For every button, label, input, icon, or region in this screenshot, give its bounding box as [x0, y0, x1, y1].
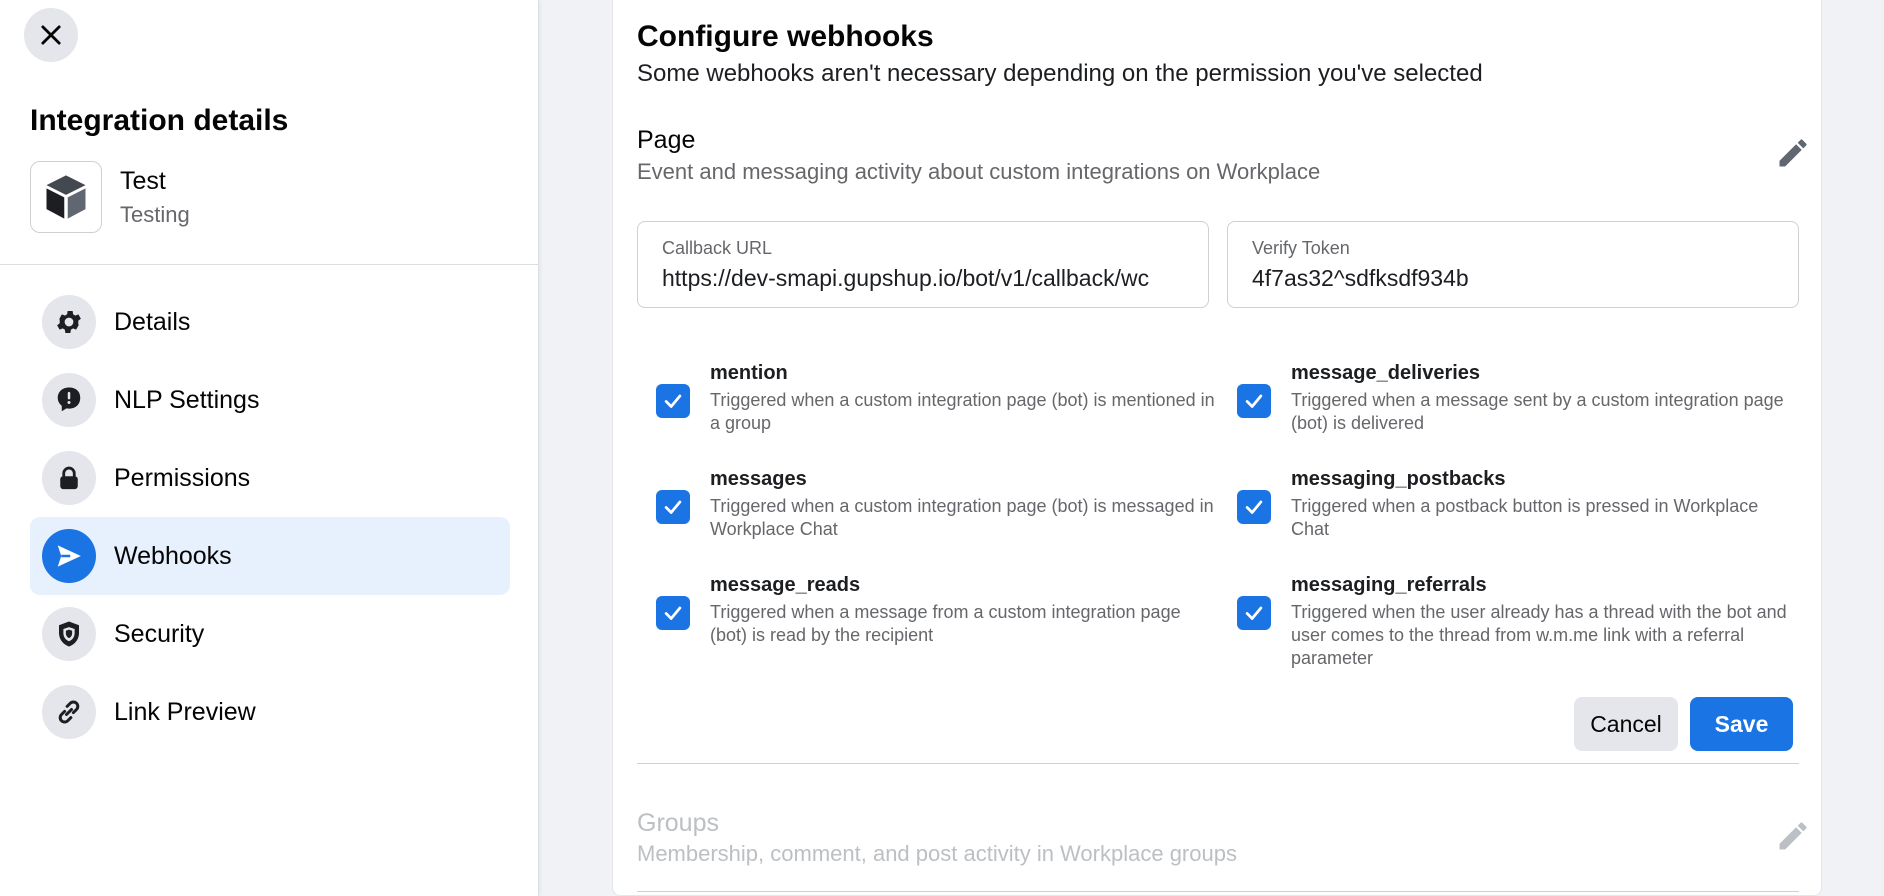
sidebar-item-details[interactable]: Details — [30, 283, 510, 361]
send-icon — [42, 529, 96, 583]
groups-section-description: Membership, comment, and post activity i… — [637, 841, 1237, 866]
webhook-option-message-reads: message_reads Triggered when a message f… — [656, 574, 1216, 647]
link-icon — [42, 685, 96, 739]
pencil-icon[interactable] — [1771, 131, 1815, 175]
sidebar-title: Integration details — [30, 104, 289, 137]
pencil-icon — [1771, 814, 1815, 858]
section-divider — [637, 891, 1799, 892]
page-section-title: Page — [637, 126, 696, 154]
webhook-description: Triggered when a message from a custom i… — [710, 602, 1181, 645]
sidebar-divider — [0, 264, 539, 265]
message-deliveries-checkbox[interactable] — [1237, 384, 1271, 418]
close-button[interactable] — [24, 8, 78, 62]
verify-token-input[interactable] — [1252, 265, 1774, 292]
shield-icon — [42, 607, 96, 661]
webhooks-card: Configure webhooks Some webhooks aren't … — [612, 0, 1822, 896]
check-icon — [1245, 606, 1263, 620]
webhook-description: Triggered when a custom integration page… — [710, 390, 1215, 433]
sidebar-item-permissions[interactable]: Permissions — [30, 439, 510, 517]
page-title: Configure webhooks — [637, 20, 934, 53]
webhook-name: message_deliveries — [1291, 362, 1481, 384]
section-divider — [637, 763, 1799, 764]
webhook-description: Triggered when the user already has a th… — [1291, 602, 1787, 668]
sidebar: Integration details Test Testing Details — [0, 0, 539, 896]
messages-checkbox[interactable] — [656, 490, 690, 524]
app-name: Test — [120, 166, 166, 195]
webhook-option-message-deliveries: message_deliveries Triggered when a mess… — [1237, 362, 1797, 435]
sidebar-item-label: Permissions — [114, 463, 251, 492]
webhook-option-messaging-postbacks: messaging_postbacks Triggered when a pos… — [1237, 468, 1797, 541]
messaging-postbacks-checkbox[interactable] — [1237, 490, 1271, 524]
check-icon — [664, 500, 682, 514]
sidebar-item-label: Link Preview — [114, 697, 256, 726]
callback-url-field[interactable]: Callback URL — [637, 221, 1209, 308]
sidebar-item-nlp-settings[interactable]: NLP Settings — [30, 361, 510, 439]
save-button[interactable]: Save — [1690, 697, 1793, 751]
webhook-option-messaging-referrals: messaging_referrals Triggered when the u… — [1237, 574, 1797, 670]
gear-icon — [42, 295, 96, 349]
sidebar-item-label: Details — [114, 307, 191, 336]
mention-checkbox[interactable] — [656, 384, 690, 418]
page-subtitle: Some webhooks aren't necessary depending… — [637, 60, 1483, 87]
webhook-option-messages: messages Triggered when a custom integra… — [656, 468, 1216, 541]
webhook-name: message_reads — [710, 574, 861, 596]
chat-alert-icon — [42, 373, 96, 427]
check-icon — [1245, 500, 1263, 514]
webhook-name: messaging_postbacks — [1291, 468, 1506, 490]
webhook-name: messaging_referrals — [1291, 574, 1487, 596]
cube-icon — [30, 161, 102, 233]
webhook-description: Triggered when a custom integration page… — [710, 496, 1214, 539]
sidebar-nav: Details NLP Settings Permissions Webhook… — [30, 283, 510, 751]
verify-token-label: Verify Token — [1252, 238, 1350, 258]
lock-icon — [42, 451, 96, 505]
check-icon — [1245, 394, 1263, 408]
check-icon — [664, 394, 682, 408]
groups-section-title: Groups — [637, 809, 719, 837]
check-icon — [664, 606, 682, 620]
sidebar-item-security[interactable]: Security — [30, 595, 510, 673]
webhook-description: Triggered when a message sent by a custo… — [1291, 390, 1784, 433]
messaging-referrals-checkbox[interactable] — [1237, 596, 1271, 630]
app-card: Test Testing — [30, 161, 190, 233]
page-section-description: Event and messaging activity about custo… — [637, 159, 1321, 184]
sidebar-item-label: NLP Settings — [114, 385, 260, 414]
webhook-name: messages — [710, 468, 807, 490]
close-icon — [41, 25, 61, 45]
callback-url-input[interactable] — [662, 265, 1184, 292]
callback-url-label: Callback URL — [662, 238, 773, 258]
sidebar-item-label: Security — [114, 619, 205, 648]
message-reads-checkbox[interactable] — [656, 596, 690, 630]
sidebar-item-link-preview[interactable]: Link Preview — [30, 673, 510, 751]
cancel-button[interactable]: Cancel — [1574, 697, 1678, 751]
webhook-option-mention: mention Triggered when a custom integrat… — [656, 362, 1216, 435]
sidebar-item-label: Webhooks — [114, 541, 232, 570]
webhook-name: mention — [710, 362, 788, 384]
verify-token-field[interactable]: Verify Token — [1227, 221, 1799, 308]
sidebar-item-webhooks[interactable]: Webhooks — [30, 517, 510, 595]
app-subtitle: Testing — [120, 201, 190, 227]
webhook-description: Triggered when a postback button is pres… — [1291, 496, 1759, 539]
